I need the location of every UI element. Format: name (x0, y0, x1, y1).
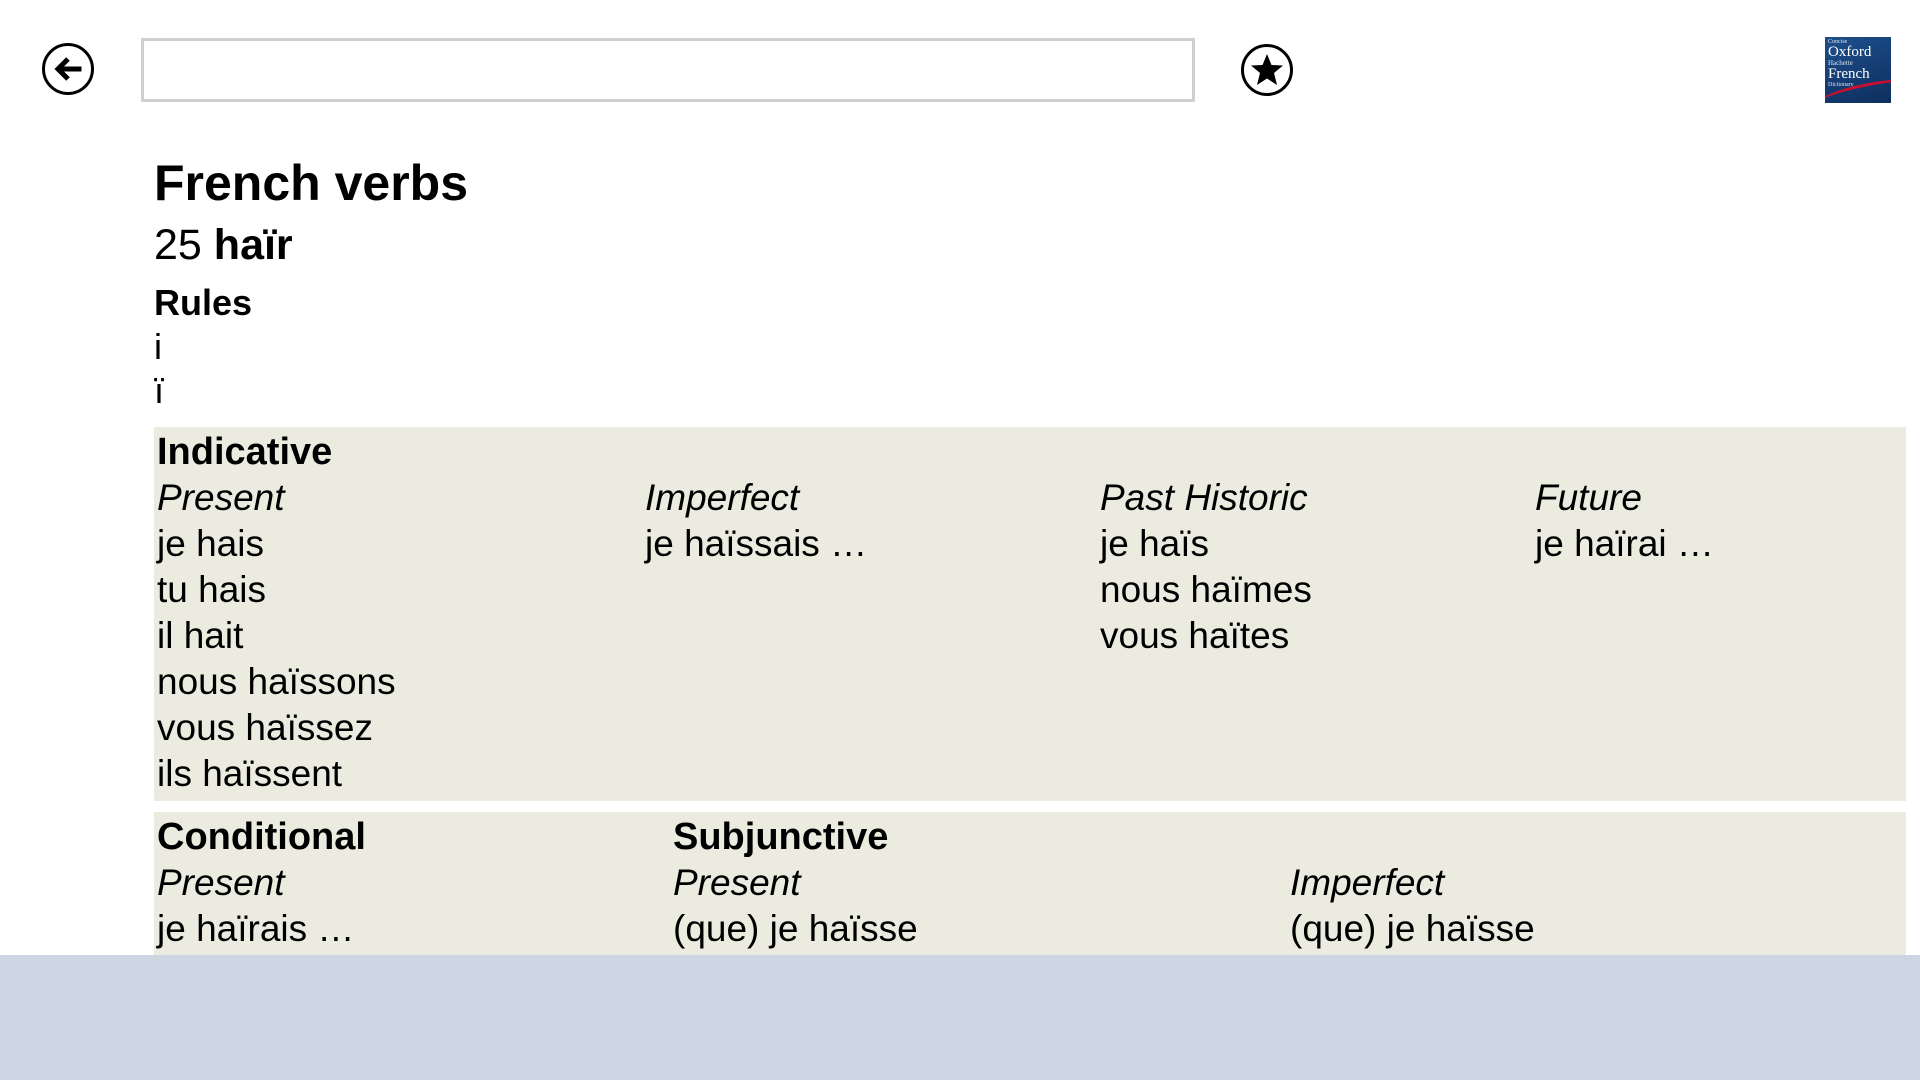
star-icon (1251, 54, 1283, 85)
conditional-column: Conditional Present je haïrais … (157, 812, 366, 952)
rule-line: ï (154, 370, 165, 411)
tense-label: Present (673, 862, 801, 903)
indicative-title: Indicative (157, 431, 333, 473)
search-input[interactable] (141, 38, 1195, 102)
rule-line: i (154, 326, 162, 367)
verb-form: tu hais (157, 569, 267, 610)
verb-form: je haïrai … (1535, 523, 1714, 564)
back-button[interactable] (42, 43, 94, 95)
verb-form: je haïssais … (645, 523, 868, 564)
indicative-present-column: Indicative Present je hais tu hais il ha… (157, 427, 396, 797)
verb-form: je haïs (1100, 523, 1210, 564)
rules-title: Rules (154, 282, 253, 323)
verb-form: ils haïssent (157, 753, 343, 794)
verb-form: vous haïtes (1100, 615, 1290, 656)
indicative-past-historic-column: Past Historic je haïs nous haïmes vous h… (1100, 427, 1312, 659)
tense-label: Imperfect (1290, 862, 1445, 903)
tense-label: Future (1535, 477, 1642, 518)
verb-infinitive: haïr (213, 221, 293, 269)
subjunctive-title: Subjunctive (673, 816, 889, 858)
app-logo[interactable]: Concise Oxford Hachette French Dictionar… (1825, 37, 1891, 103)
main-content: French verbs 25 haïr Rules i ï Indicativ… (154, 150, 1906, 961)
verb-form: il hait (157, 615, 244, 656)
verb-form: je haïrais … (157, 908, 355, 949)
tense-label: Imperfect (645, 477, 800, 518)
verb-form: (que) je haïsse (673, 908, 918, 949)
bottom-app-bar (0, 955, 1920, 1080)
subjunctive-imperfect-column: Imperfect (que) je haïsse (1290, 812, 1535, 952)
verb-form: nous haïmes (1100, 569, 1312, 610)
logo-line-1: Concise (1828, 39, 1848, 45)
logo-line-4: French (1828, 66, 1870, 82)
tense-label: Present (157, 862, 285, 903)
verb-form: (que) je haïsse (1290, 908, 1535, 949)
verb-form: je hais (157, 523, 264, 564)
favorite-button[interactable] (1241, 44, 1293, 96)
verb-number: 25 (154, 221, 202, 269)
verb-heading: 25 haïr (154, 219, 1906, 271)
indicative-future-column: Future je haïrai … (1535, 427, 1714, 567)
conditional-title: Conditional (157, 816, 366, 858)
arrow-left-icon (54, 57, 82, 81)
conditional-subjunctive-panel: Conditional Present je haïrais … Subjunc… (154, 812, 1906, 961)
verb-form: nous haïssons (157, 661, 396, 702)
logo-line-2: Oxford (1828, 44, 1872, 60)
indicative-panel: Indicative Present je hais tu hais il ha… (154, 427, 1906, 801)
tense-label: Past Historic (1100, 477, 1308, 518)
verb-form: vous haïssez (157, 707, 373, 748)
app-window: Concise Oxford Hachette French Dictionar… (0, 0, 1920, 1080)
tense-label: Present (157, 477, 285, 518)
subjunctive-present-column: Subjunctive Present (que) je haïsse (673, 812, 918, 952)
indicative-imperfect-column: Imperfect je haïssais … (645, 427, 867, 567)
page-title: French verbs (154, 155, 469, 211)
logo-line-3: Hachette (1828, 59, 1853, 67)
